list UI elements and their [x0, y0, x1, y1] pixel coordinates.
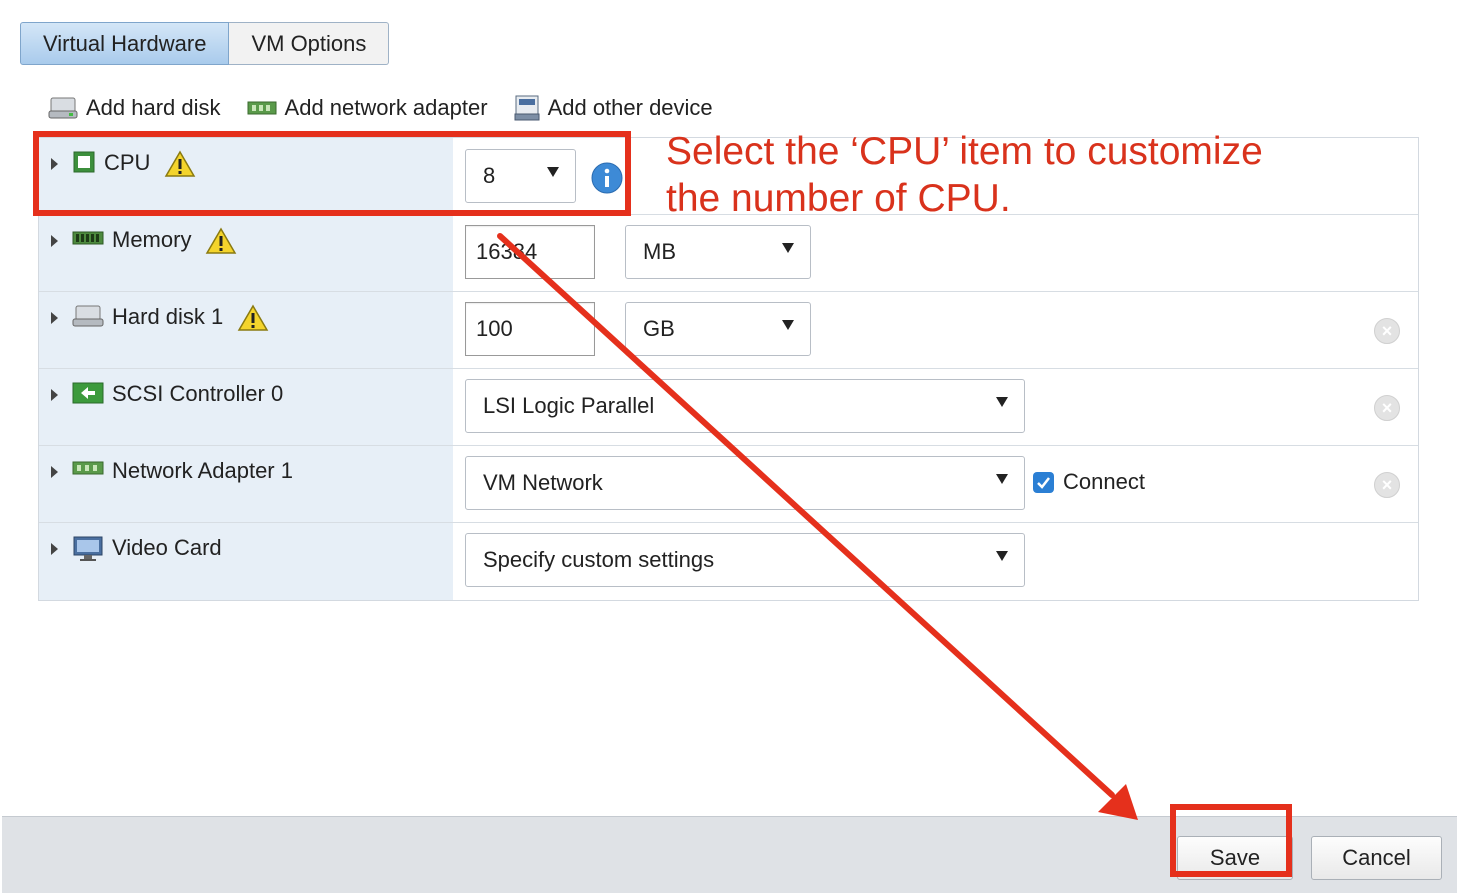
table-row-network-adapter: Network Adapter 1 VM Network Connect × — [39, 446, 1418, 523]
table-row-scsi-controller: SCSI Controller 0 LSI Logic Parallel × — [39, 369, 1418, 446]
cpu-count-select[interactable]: 8 — [465, 149, 576, 203]
add-hard-disk-button[interactable]: Add hard disk — [48, 95, 221, 121]
cpu-chip-icon — [72, 150, 96, 174]
expand-caret-icon[interactable] — [51, 466, 58, 478]
chevron-down-icon — [782, 320, 794, 330]
table-row-video-card: Video Card Specify custom settings — [39, 523, 1418, 600]
save-button[interactable]: Save — [1177, 836, 1293, 880]
video-settings-value: Specify custom settings — [483, 547, 715, 572]
expand-caret-icon[interactable] — [51, 543, 58, 555]
chevron-down-icon — [996, 397, 1008, 407]
expand-caret-icon[interactable] — [51, 312, 58, 324]
checkmark-icon — [1037, 476, 1050, 489]
hard-disk-icon — [48, 96, 78, 120]
memory-unit-select[interactable]: MB — [625, 225, 811, 279]
info-icon[interactable] — [591, 162, 623, 194]
scsi-label-cell[interactable]: SCSI Controller 0 — [39, 369, 453, 445]
hard-disk-unit-select[interactable]: GB — [625, 302, 811, 356]
memory-size-input[interactable]: 16384 — [465, 225, 595, 279]
video-card-label: Video Card — [112, 535, 222, 560]
scsi-controller-label: SCSI Controller 0 — [112, 381, 284, 406]
device-toolbar: Add hard disk Add network adapter Add ot… — [48, 94, 713, 122]
tab-vm-options[interactable]: VM Options — [229, 22, 390, 65]
memory-value-cell: 16384 MB — [453, 215, 1418, 291]
warning-icon — [237, 304, 269, 332]
annotation-line-2: the number of CPU. — [666, 177, 1011, 220]
hard-disk-size-value: 100 — [476, 316, 513, 341]
add-network-adapter-label: Add network adapter — [284, 95, 488, 120]
add-other-device-button[interactable]: Add other device — [514, 94, 713, 122]
annotation-line-1: Select the ‘CPU’ item to customize — [666, 130, 1263, 173]
warning-icon — [205, 227, 237, 255]
hard-disk-label: Hard disk 1 — [112, 304, 224, 329]
memory-unit-value: MB — [643, 239, 676, 264]
network-adapter-icon — [247, 98, 277, 118]
cancel-button[interactable]: Cancel — [1311, 836, 1442, 880]
network-adapter-icon — [72, 458, 104, 478]
chevron-down-icon — [996, 474, 1008, 484]
memory-label: Memory — [112, 227, 192, 252]
network-select[interactable]: VM Network — [465, 456, 1025, 510]
video-value-cell: Specify custom settings — [453, 523, 1418, 600]
table-row-memory: Memory 16384 MB — [39, 215, 1418, 292]
memory-label-cell[interactable]: Memory — [39, 215, 453, 291]
other-device-icon — [514, 94, 540, 122]
memory-icon — [72, 227, 104, 249]
remove-icon[interactable]: × — [1374, 472, 1400, 498]
network-adapter-label: Network Adapter 1 — [112, 458, 293, 483]
scsi-value-cell: LSI Logic Parallel × — [453, 369, 1418, 445]
add-network-adapter-button[interactable]: Add network adapter — [247, 95, 488, 121]
remove-icon[interactable]: × — [1374, 318, 1400, 344]
expand-caret-icon[interactable] — [51, 235, 58, 247]
connect-label: Connect — [1063, 469, 1145, 494]
scsi-controller-icon — [72, 381, 104, 405]
expand-caret-icon[interactable] — [51, 389, 58, 401]
scsi-type-value: LSI Logic Parallel — [483, 393, 655, 418]
video-card-icon — [72, 535, 104, 563]
chevron-down-icon — [996, 551, 1008, 561]
hard-disk-label-cell[interactable]: Hard disk 1 — [39, 292, 453, 368]
video-label-cell[interactable]: Video Card — [39, 523, 453, 600]
remove-icon[interactable]: × — [1374, 395, 1400, 421]
video-settings-select[interactable]: Specify custom settings — [465, 533, 1025, 587]
network-label-cell[interactable]: Network Adapter 1 — [39, 446, 453, 522]
hard-disk-icon — [72, 304, 104, 328]
table-row-hard-disk: Hard disk 1 100 GB × — [39, 292, 1418, 369]
connect-checkbox[interactable] — [1033, 471, 1054, 493]
network-value-cell: VM Network Connect × — [453, 446, 1418, 522]
add-hard-disk-label: Add hard disk — [86, 95, 221, 120]
hard-disk-size-input[interactable]: 100 — [465, 302, 595, 356]
cpu-label: CPU — [104, 150, 151, 175]
warning-icon — [164, 150, 196, 178]
tab-bar: Virtual Hardware VM Options — [20, 22, 390, 65]
add-other-device-label: Add other device — [547, 95, 713, 120]
connect-checkbox-group: Connect — [1033, 469, 1145, 495]
hard-disk-unit-value: GB — [643, 316, 675, 341]
dialog-footer: Save Cancel — [2, 816, 1457, 893]
chevron-down-icon — [782, 243, 794, 253]
chevron-down-icon — [547, 167, 559, 177]
annotation-text: Select the ‘CPU’ item to customize the n… — [666, 128, 1366, 222]
network-value: VM Network — [483, 470, 603, 495]
cpu-count-value: 8 — [483, 163, 496, 188]
tab-virtual-hardware[interactable]: Virtual Hardware — [20, 22, 230, 65]
cpu-label-cell[interactable]: CPU — [39, 138, 453, 214]
memory-size-value: 16384 — [476, 239, 538, 264]
scsi-type-select[interactable]: LSI Logic Parallel — [465, 379, 1025, 433]
hard-disk-value-cell: 100 GB × — [453, 292, 1418, 368]
expand-caret-icon[interactable] — [51, 158, 58, 170]
